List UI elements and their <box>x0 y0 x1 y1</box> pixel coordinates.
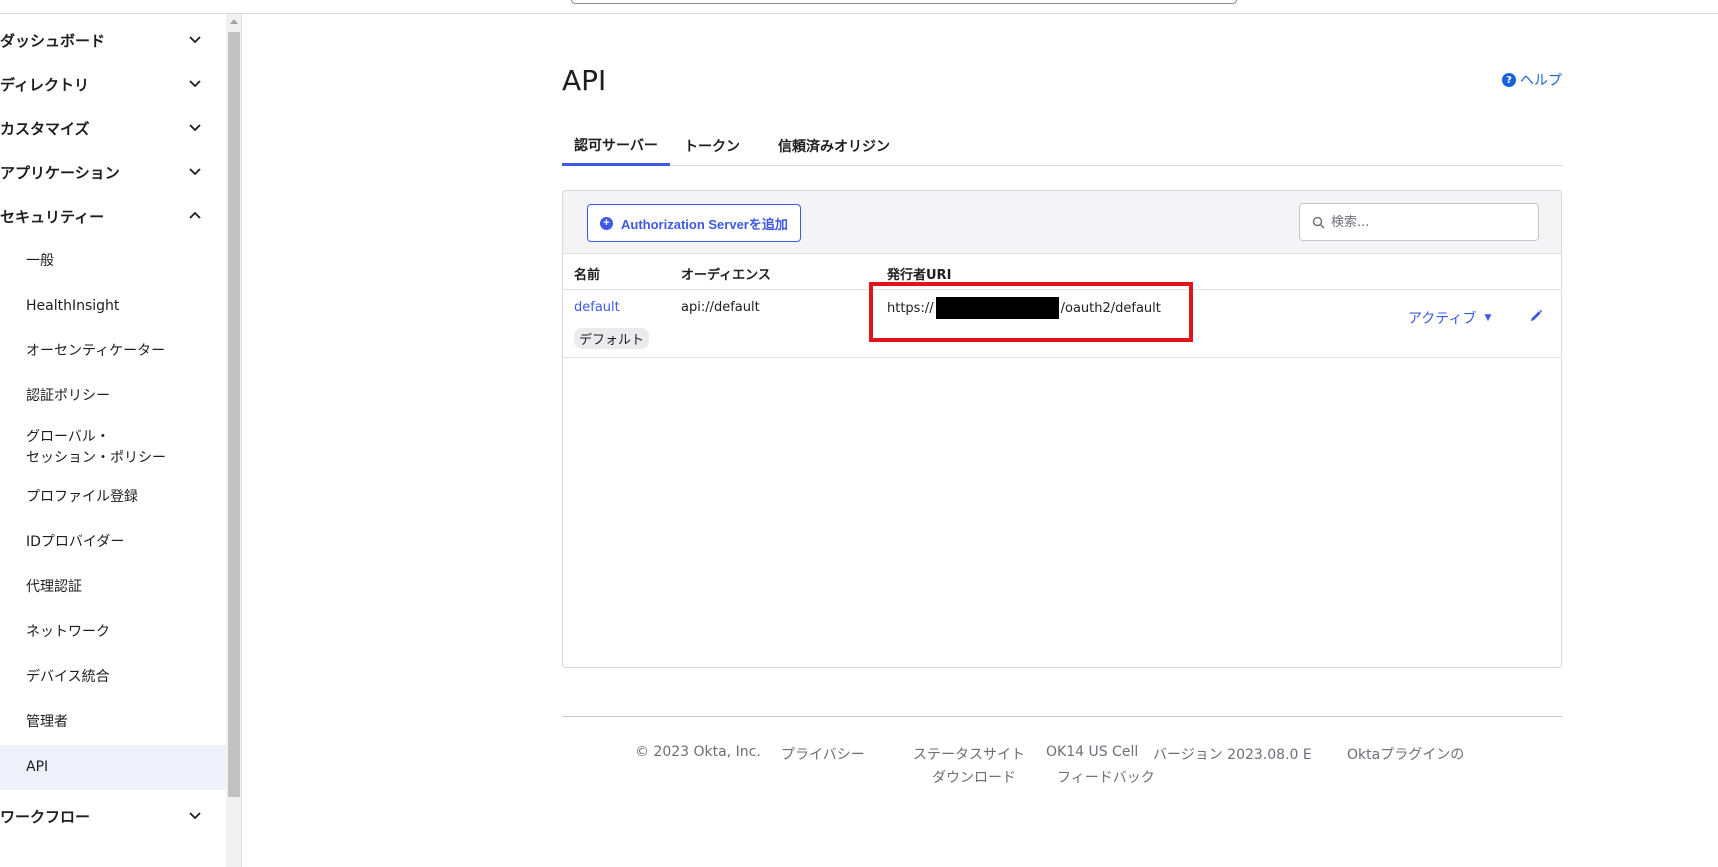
sidebar-item-label: 管理者 <box>26 714 68 730</box>
plus-circle-icon: + <box>600 216 613 230</box>
sidebar-item-label: オーセンティケーター <box>26 343 166 359</box>
sidebar-section-customize[interactable]: カスタマイズ <box>0 104 226 152</box>
sidebar-item-label: グローバル・ セッション・ポリシー <box>26 429 166 466</box>
chevron-down-icon <box>189 168 201 176</box>
sidebar-section-label: アプリケーション <box>0 163 120 182</box>
sidebar-section-dashboard[interactable]: ダッシュボード <box>0 16 226 64</box>
sidebar-item-authenticators[interactable]: オーセンティケーター <box>0 329 226 374</box>
sidebar-item-label: ネットワーク <box>26 624 110 640</box>
help-link[interactable]: ? ヘルプ <box>1502 70 1562 90</box>
status-label: アクティブ <box>1408 311 1477 327</box>
server-name-link[interactable]: default <box>574 300 620 315</box>
footer-status-site-link[interactable]: ステータスサイト <box>913 744 1025 764</box>
audience-value: api://default <box>681 300 760 315</box>
sidebar-item-label: API <box>26 759 49 775</box>
help-icon: ? <box>1502 73 1516 87</box>
sidebar-item-label: HealthInsight <box>26 298 120 314</box>
footer-divider <box>562 716 1562 717</box>
status-dropdown[interactable]: アクティブ ▼ <box>1408 308 1491 328</box>
sidebar-section-label: カスタマイズ <box>0 119 90 138</box>
sidebar-scrollbar[interactable] <box>226 14 242 867</box>
table-row: default デフォルト api://default https:// /oa… <box>563 290 1561 358</box>
sidebar-section-label: セキュリティー <box>0 207 105 226</box>
sidebar-item-api[interactable]: API <box>0 745 226 790</box>
sidebar-item-identity-providers[interactable]: IDプロバイダー <box>0 520 226 565</box>
sidebar-section-workflow[interactable]: ワークフロー <box>0 792 226 840</box>
tab-authorization-servers[interactable]: 認可サーバー <box>562 126 670 166</box>
tab-label: トークン <box>684 139 740 155</box>
sidebar-item-delegated-authentication[interactable]: 代理認証 <box>0 565 226 610</box>
footer-download-link[interactable]: ダウンロード <box>932 767 1016 787</box>
sidebar-item-networks[interactable]: ネットワーク <box>0 610 226 655</box>
sidebar-item-authentication-policies[interactable]: 認証ポリシー <box>0 374 226 419</box>
pencil-edit-icon[interactable] <box>1528 308 1544 324</box>
footer-feedback-link[interactable]: フィードバック <box>1057 767 1155 787</box>
caret-down-icon: ▼ <box>1484 313 1492 323</box>
chevron-down-icon <box>189 124 201 132</box>
add-authorization-server-button[interactable]: + Authorization Serverを追加 <box>587 204 801 242</box>
sidebar-item-label: 一般 <box>26 253 54 269</box>
chevron-down-icon <box>189 80 201 88</box>
redaction-block <box>935 297 1059 319</box>
scroll-up-arrow-icon[interactable] <box>230 19 238 24</box>
scrollbar-thumb[interactable] <box>228 32 240 797</box>
sidebar-section-label: ダッシュボード <box>0 31 106 50</box>
sidebar-item-label: IDプロバイダー <box>26 534 125 550</box>
search-box[interactable] <box>1299 203 1539 241</box>
authorization-servers-panel: + Authorization Serverを追加 名前 オーディエンス 発行者… <box>562 190 1562 668</box>
panel-toolbar: + Authorization Serverを追加 <box>563 191 1561 254</box>
chevron-up-icon <box>189 211 201 219</box>
main-content: API ? ヘルプ 認可サーバー トークン 信頼済みオリジン + Authori… <box>242 14 1718 867</box>
footer-version-label: バージョン 2023.08.0 E <box>1153 747 1312 763</box>
sidebar-item-label: 代理認証 <box>26 579 82 595</box>
issuer-uri-suffix: /oauth2/default <box>1060 300 1161 316</box>
sidebar: ダッシュボード ディレクトリ カスタマイズ アプリケーション セキュリティー 一… <box>0 14 226 867</box>
default-badge: デフォルト <box>574 328 650 349</box>
sidebar-section-security[interactable]: セキュリティー <box>0 192 226 240</box>
column-header-issuer-uri: 発行者URI <box>887 268 952 283</box>
tab-label: 認可サーバー <box>574 137 658 154</box>
table-header: 名前 オーディエンス 発行者URI <box>563 254 1561 290</box>
sidebar-section-label: ワークフロー <box>0 807 91 826</box>
top-bar <box>0 0 1718 14</box>
sidebar-section-applications[interactable]: アプリケーション <box>0 148 226 196</box>
issuer-uri-value: https:// /oauth2/default <box>887 297 1161 319</box>
column-header-audience: オーディエンス <box>681 268 771 283</box>
footer-cell-label: OK14 US Cell <box>1046 744 1139 760</box>
column-header-name: 名前 <box>574 268 601 283</box>
add-button-label: Authorization Serverを追加 <box>621 216 788 232</box>
footer-plugin-download-link[interactable]: Oktaプラグインの <box>1347 744 1464 764</box>
tab-trusted-origins[interactable]: 信頼済みオリジン <box>766 126 902 166</box>
search-icon <box>1312 216 1325 228</box>
sidebar-section-label: ディレクトリ <box>0 75 89 94</box>
sidebar-item-label: プロファイル登録 <box>26 489 138 505</box>
chevron-down-icon <box>189 812 201 820</box>
global-search-field[interactable] <box>571 0 1237 4</box>
tab-tokens[interactable]: トークン <box>672 126 752 166</box>
search-input[interactable] <box>1331 214 1521 230</box>
tab-label: 信頼済みオリジン <box>778 139 890 155</box>
sidebar-item-healthinsight[interactable]: HealthInsight <box>0 284 226 329</box>
sidebar-item-administrators[interactable]: 管理者 <box>0 700 226 745</box>
tab-bar: 認可サーバー トークン 信頼済みオリジン <box>562 126 1562 166</box>
sidebar-item-device-integrations[interactable]: デバイス統合 <box>0 655 226 700</box>
page-title: API <box>562 64 607 97</box>
footer-privacy-link[interactable]: プライバシー <box>781 744 865 764</box>
footer-copyright: © 2023 Okta, Inc. <box>635 744 761 760</box>
sidebar-item-profile-enrollment[interactable]: プロファイル登録 <box>0 475 226 520</box>
sidebar-section-directory[interactable]: ディレクトリ <box>0 60 226 108</box>
chevron-down-icon <box>189 36 201 44</box>
help-label: ヘルプ <box>1520 73 1562 89</box>
sidebar-item-general[interactable]: 一般 <box>0 239 226 284</box>
sidebar-item-label: 認証ポリシー <box>26 388 110 404</box>
issuer-uri-prefix: https:// <box>887 300 934 316</box>
sidebar-item-label: デバイス統合 <box>26 669 110 685</box>
sidebar-item-global-session-policy[interactable]: グローバル・ セッション・ポリシー <box>0 420 226 476</box>
